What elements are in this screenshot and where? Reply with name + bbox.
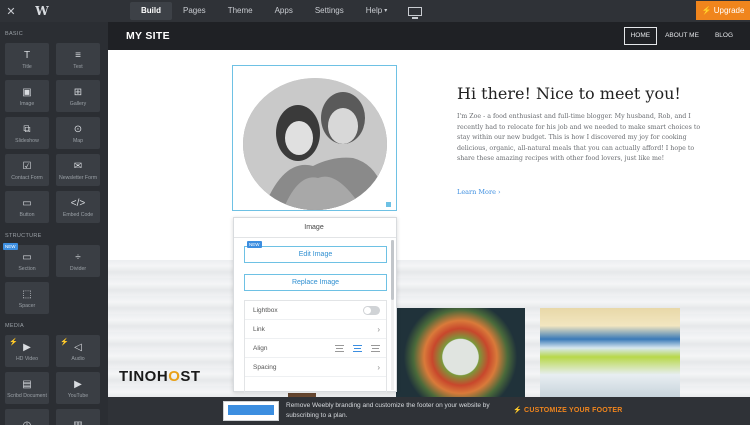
element-button[interactable]: ▭ Button	[5, 191, 49, 223]
editor-nav: Build Pages Theme Apps Settings Help ▾	[130, 0, 423, 22]
clock-icon: ◷	[22, 419, 32, 425]
tab-apps[interactable]: Apps	[264, 2, 304, 20]
edit-image-button[interactable]: Edit Image	[244, 246, 387, 263]
option-lightbox[interactable]: Lightbox	[245, 301, 386, 320]
element-media-6[interactable]: ▥	[56, 409, 100, 425]
slideshow-icon: ⧉	[23, 123, 31, 135]
align-controls	[335, 345, 380, 352]
scrollbar-thumb[interactable]	[391, 240, 394, 300]
code-icon: </>	[70, 197, 86, 209]
upgrade-button[interactable]: ⚡ Upgrade	[696, 1, 750, 20]
customize-footer-link[interactable]: ⚡ CUSTOMIZE YOUR FOOTER	[513, 406, 623, 414]
video-icon: ▶	[23, 341, 31, 353]
gallery-icon: ⊞	[73, 86, 83, 98]
section-icon: ▭	[22, 251, 32, 263]
couple-photo[interactable]	[243, 78, 387, 210]
element-audio[interactable]: ⚡ ◁ Audio	[56, 335, 100, 367]
weebly-editor: ✕ W Build Pages Theme Apps Settings Help…	[0, 0, 750, 425]
footer-banner: Remove Weebly branding and customize the…	[108, 397, 750, 425]
lightbox-toggle[interactable]	[363, 306, 380, 315]
panel-divider	[234, 237, 396, 238]
site-nav: HOME ABOUT ME BLOG	[623, 25, 741, 47]
tab-theme[interactable]: Theme	[217, 2, 264, 20]
element-slideshow[interactable]: ⧉ Slideshow	[5, 117, 49, 149]
button-icon: ▭	[22, 197, 32, 209]
site-nav-blog[interactable]: BLOG	[707, 27, 741, 45]
option-align: Align	[245, 339, 386, 358]
spacer-icon: ⬚	[22, 288, 32, 300]
element-map[interactable]: ⊙ Map	[56, 117, 100, 149]
option-link[interactable]: Link ›	[245, 320, 386, 339]
hero-body-text[interactable]: I'm Zoe - a food enthusiast and full-tim…	[457, 112, 707, 165]
section-title-media: MEDIA	[5, 323, 24, 329]
document-icon: ▤	[22, 378, 32, 390]
replace-image-button[interactable]: Replace Image	[244, 274, 387, 291]
element-newsletter-form[interactable]: ✉ Newsletter Form	[56, 154, 100, 186]
watermark-logo: TINOHOST	[119, 368, 201, 385]
chevron-down-icon: ▾	[384, 8, 388, 14]
new-badge: NEW	[247, 241, 262, 248]
section-title-basic: BASIC	[5, 31, 24, 37]
weebly-logo: W	[35, 4, 49, 18]
align-center-icon[interactable]	[353, 345, 362, 352]
contact-form-icon: ☑	[22, 160, 32, 172]
couple-illustration	[243, 78, 387, 210]
bolt-icon: ⚡	[9, 339, 18, 346]
title-icon: T	[23, 49, 31, 61]
learn-more-link[interactable]: Learn More ›	[457, 188, 501, 196]
site-header: MY SITE HOME ABOUT ME BLOG	[108, 22, 750, 50]
chevron-right-icon: ›	[377, 324, 380, 334]
elements-sidebar: BASIC T Title ≡ Text ▣ Image ⊞ Gallery ⧉ Slid…	[0, 22, 108, 425]
element-title[interactable]: T Title	[5, 43, 49, 75]
tab-settings[interactable]: Settings	[304, 2, 355, 20]
resize-handle[interactable]	[386, 202, 391, 207]
site-nav-home[interactable]: HOME	[623, 27, 658, 45]
element-gallery[interactable]: ⊞ Gallery	[56, 80, 100, 112]
element-youtube[interactable]: ▶ YouTube	[56, 372, 100, 404]
text-icon: ≡	[75, 49, 81, 61]
bolt-icon: ⚡	[60, 339, 69, 346]
image-settings-panel: Image Edit Image NEW Replace Image Light…	[233, 217, 397, 393]
panel-title: Image	[304, 224, 324, 231]
envelope-icon: ✉	[73, 160, 83, 172]
element-hd-video[interactable]: ⚡ ▶ HD Video	[5, 335, 49, 367]
map-pin-icon: ⊙	[73, 123, 83, 135]
tab-help[interactable]: Help ▾	[355, 2, 398, 20]
element-divider[interactable]: ÷ Divider	[56, 245, 100, 277]
hero-title[interactable]: Hi there! Nice to meet you!	[457, 84, 681, 103]
file-icon: ▥	[73, 419, 83, 425]
divider-icon: ÷	[75, 251, 81, 263]
editor-topbar: ✕ W Build Pages Theme Apps Settings Help…	[0, 0, 750, 22]
tab-build[interactable]: Build	[130, 2, 172, 20]
site-nav-about-me[interactable]: ABOUT ME	[657, 27, 707, 45]
page-canvas: Hi there! Nice to meet you! I'm Zoe - a …	[108, 50, 750, 397]
element-contact-form[interactable]: ☑ Contact Form	[5, 154, 49, 186]
food-photo-2[interactable]	[396, 308, 525, 397]
element-embed-code[interactable]: </> Embed Code	[56, 191, 100, 223]
selected-image-block[interactable]	[232, 65, 397, 211]
option-spacing[interactable]: Spacing ›	[245, 358, 386, 377]
close-icon[interactable]: ✕	[0, 5, 22, 18]
image-options: Lightbox Link › Align Spacing ›	[244, 300, 387, 393]
chevron-right-icon: ›	[377, 362, 380, 372]
align-left-icon[interactable]	[335, 345, 344, 352]
image-icon: ▣	[22, 86, 32, 98]
element-media-5[interactable]: ◷	[5, 409, 49, 425]
speaker-icon: ◁	[74, 341, 82, 353]
element-image[interactable]: ▣ Image	[5, 80, 49, 112]
align-right-icon[interactable]	[371, 345, 380, 352]
element-text[interactable]: ≡ Text	[56, 43, 100, 75]
tab-pages[interactable]: Pages	[172, 2, 217, 20]
site-title[interactable]: MY SITE	[126, 30, 170, 42]
food-photo-3[interactable]	[540, 308, 680, 397]
new-badge: NEW	[3, 243, 18, 250]
footer-preview-image	[223, 401, 279, 421]
element-scribd-document[interactable]: ▤ Scribd Document	[5, 372, 49, 404]
element-spacer[interactable]: ⬚ Spacer	[5, 282, 49, 314]
youtube-icon: ▶	[74, 378, 82, 390]
monitor-icon[interactable]	[408, 6, 423, 19]
footer-message: Remove Weebly branding and customize the…	[286, 402, 490, 419]
panel-scrollbar[interactable]	[391, 240, 394, 390]
section-title-structure: STRUCTURE	[5, 233, 42, 239]
